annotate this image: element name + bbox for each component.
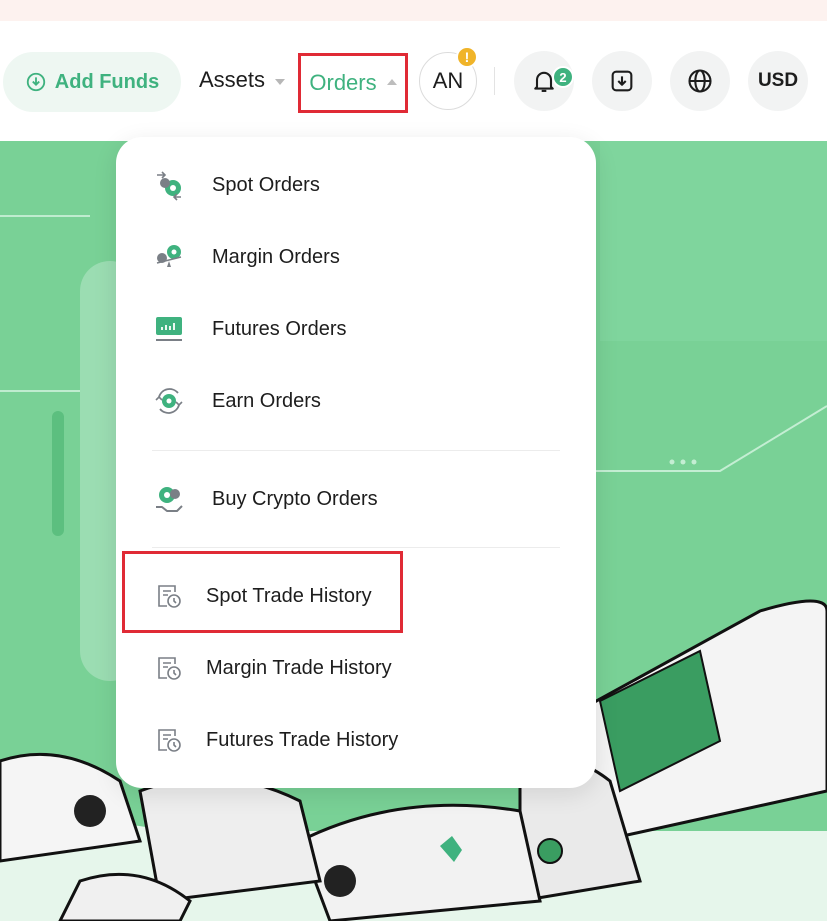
top-header: Add Funds Assets Orders AN ! 2 USD: [0, 21, 827, 141]
menu-item-label: Margin Orders: [212, 245, 340, 268]
menu-item-margin-trade-history[interactable]: Margin Trade History: [116, 640, 596, 696]
orders-dropdown-menu: Spot Orders Margin Orders Futures Orders: [116, 137, 596, 788]
warning-badge: !: [456, 46, 478, 68]
menu-item-futures-orders[interactable]: Futures Orders: [116, 301, 596, 357]
margin-orders-icon: [152, 240, 186, 274]
header-divider: [494, 67, 495, 95]
currency-button[interactable]: USD: [748, 51, 808, 111]
avatar-initials: AN: [432, 68, 464, 93]
language-button[interactable]: [670, 51, 730, 111]
nav-orders[interactable]: Orders: [298, 53, 408, 113]
menu-item-label: Futures Orders: [212, 317, 347, 340]
download-arrow-icon: [26, 72, 45, 92]
download-app-button[interactable]: [592, 51, 652, 111]
spot-trade-history-highlight: [122, 551, 403, 633]
add-funds-label: Add Funds: [54, 70, 160, 93]
menu-divider: [152, 547, 560, 548]
menu-item-label: Spot Orders: [212, 173, 320, 196]
download-icon: [611, 70, 633, 92]
menu-item-label: Margin Trade History: [206, 656, 392, 679]
menu-item-label: Earn Orders: [212, 389, 321, 412]
menu-item-label: Buy Crypto Orders: [212, 487, 378, 510]
earn-orders-icon: [152, 384, 186, 418]
spot-orders-icon: [152, 168, 186, 202]
menu-divider: [152, 450, 560, 451]
menu-item-spot-orders[interactable]: Spot Orders: [116, 157, 596, 213]
add-funds-button[interactable]: Add Funds: [3, 52, 181, 112]
notification-count-badge: 2: [552, 66, 574, 88]
buy-crypto-orders-icon: [152, 482, 186, 516]
caret-up-icon: [386, 79, 397, 85]
globe-icon: [688, 69, 712, 93]
menu-item-buy-crypto-orders[interactable]: Buy Crypto Orders: [116, 471, 596, 527]
top-banner-strip: [0, 0, 827, 21]
menu-item-earn-orders[interactable]: Earn Orders: [116, 373, 596, 429]
futures-orders-icon: [152, 312, 186, 346]
caret-down-icon: [275, 78, 286, 85]
menu-item-label: Futures Trade History: [206, 728, 399, 751]
menu-item-futures-trade-history[interactable]: Futures Trade History: [116, 712, 596, 768]
nav-assets[interactable]: Assets: [199, 67, 286, 93]
nav-assets-label: Assets: [199, 67, 266, 92]
currency-label: USD: [757, 70, 799, 91]
history-icon: [152, 723, 186, 757]
menu-item-margin-orders[interactable]: Margin Orders: [116, 229, 596, 285]
nav-orders-label: Orders: [309, 70, 377, 95]
history-icon: [152, 651, 186, 685]
